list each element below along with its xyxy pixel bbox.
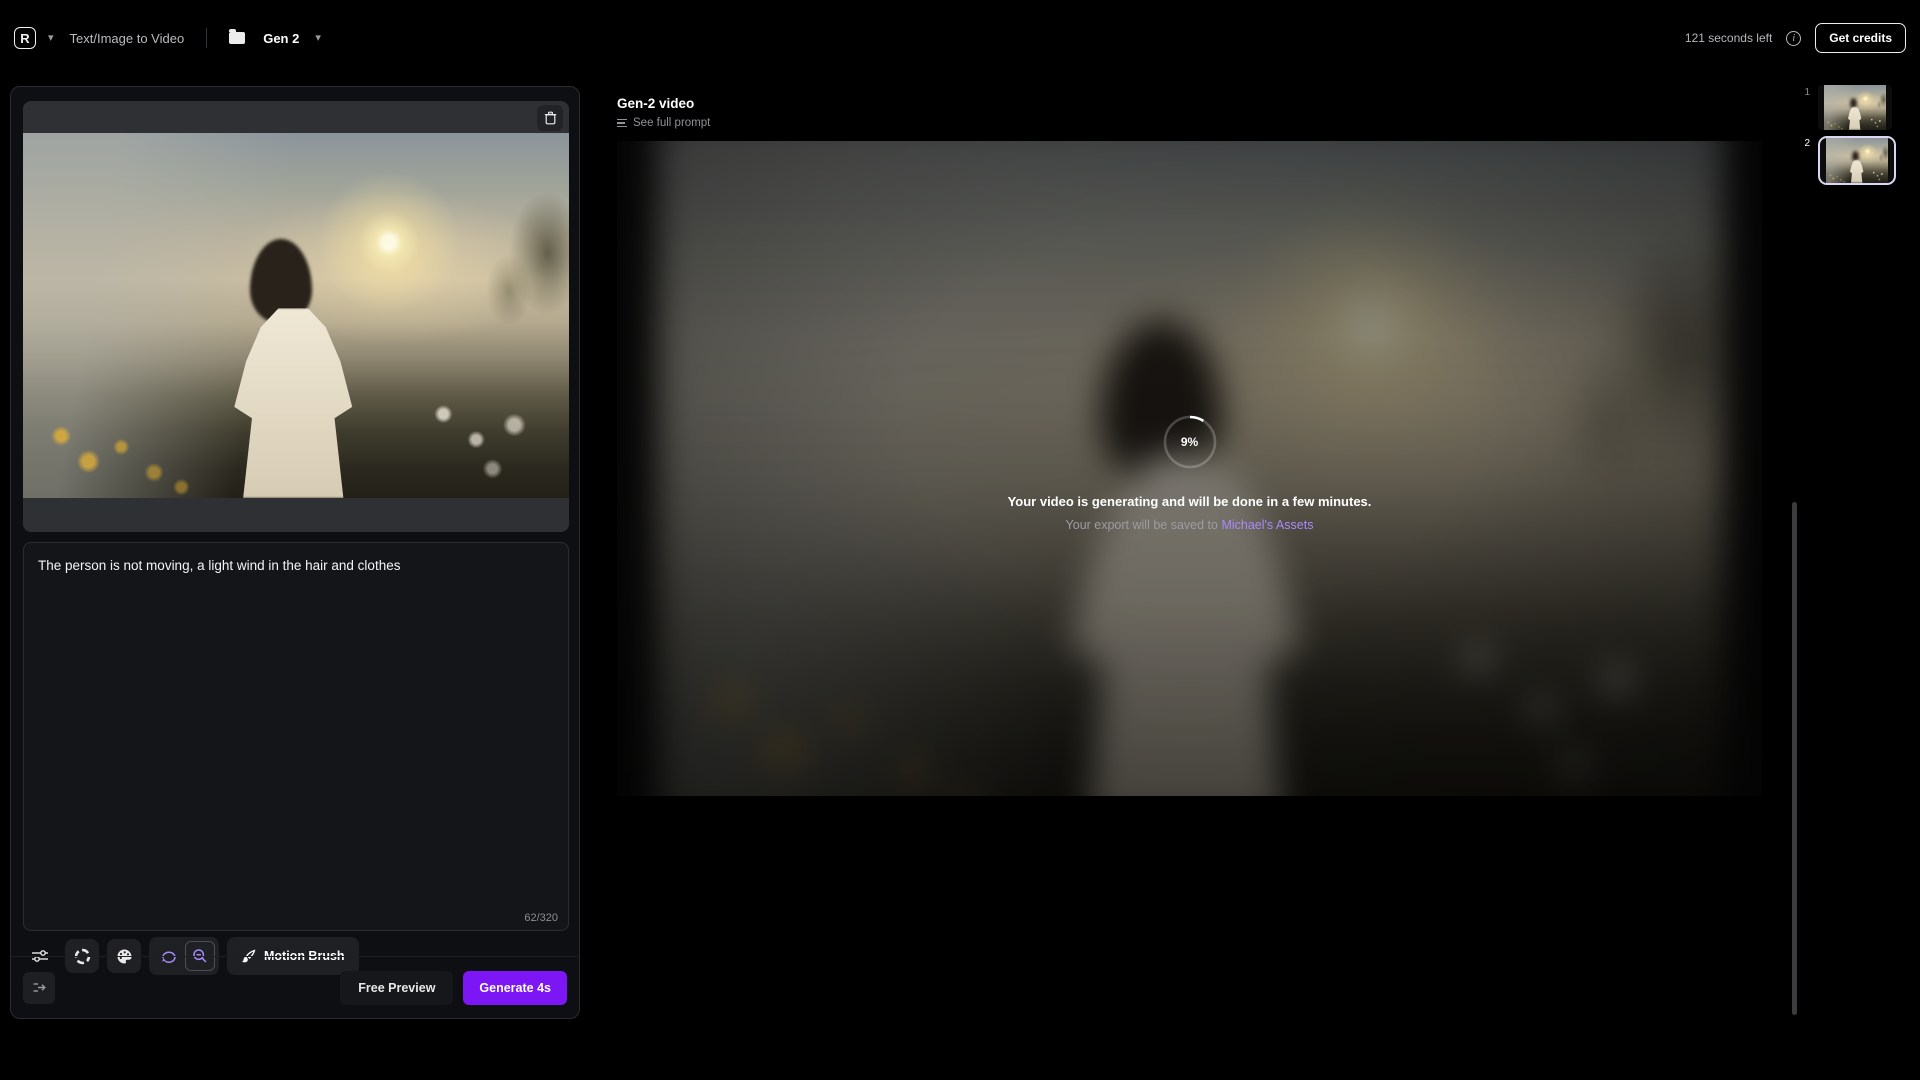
prompt-lines-icon [617,117,627,129]
thumbnail-1[interactable] [1818,85,1892,130]
panel-footer: Free Preview Generate 4s [11,956,579,1018]
thumbnail-1-letterbox [1824,85,1886,130]
generate-button[interactable]: Generate 4s [463,971,567,1005]
video-preview-frame: 9% Your video is generating and will be … [617,141,1762,796]
delete-image-button[interactable] [537,105,563,131]
top-header: R ▾ Text/Image to Video Gen 2 ▾ 121 seco… [0,0,1920,76]
prompt-input[interactable]: The person is not moving, a light wind i… [24,543,568,895]
generation-item-2: 2 [1800,136,1896,185]
input-image[interactable] [23,133,569,498]
progress-ring: 9% [1162,414,1218,470]
input-image-card [23,101,569,532]
image-card-header [23,101,569,133]
prompt-box: The person is not moving, a light wind i… [23,542,569,931]
export-message-prefix: Your export will be saved to [1066,518,1222,532]
project-chevron-down-icon[interactable]: ▾ [313,33,323,44]
generation-item-1: 1 [1800,85,1892,130]
thumbnail-2[interactable] [1818,136,1896,185]
runway-logo-icon[interactable]: R [14,27,36,49]
generating-message: Your video is generating and will be don… [1008,494,1372,509]
result-title: Gen-2 video [617,96,694,111]
see-full-prompt[interactable]: See full prompt [617,117,710,129]
info-icon[interactable]: i [1786,31,1801,46]
input-image-scene [23,133,569,498]
image-card-footer [23,498,569,532]
progress-percent: 9% [1162,414,1218,470]
thumbnail-1-image [1824,85,1886,130]
generation-settings-panel: The person is not moving, a light wind i… [10,86,580,1019]
char-count: 62/320 [524,912,558,924]
queue-panel-button[interactable] [23,972,55,1004]
thumbnail-2-index: 2 [1800,136,1810,149]
vertical-scrollbar[interactable] [1792,502,1797,1015]
free-preview-button[interactable]: Free Preview [340,971,453,1005]
folder-icon [229,32,245,44]
thumbnail-1-index: 1 [1800,85,1810,98]
get-credits-button[interactable]: Get credits [1815,23,1906,53]
chevron-down-icon[interactable]: ▾ [46,33,56,44]
trash-icon [544,111,557,125]
project-name[interactable]: Gen 2 [263,31,299,46]
panel-arrow-icon [32,981,47,994]
export-message: Your export will be saved to Michael's A… [1066,518,1314,532]
thumbnail-2-image [1826,138,1888,183]
header-divider [206,28,207,48]
tool-name-label[interactable]: Text/Image to Video [70,31,185,46]
thumbnail-2-letterbox [1826,138,1888,183]
credits-time-left: 121 seconds left [1685,31,1772,45]
generation-progress: 9% Your video is generating and will be … [617,414,1762,532]
see-full-prompt-label: See full prompt [633,117,710,129]
export-destination-link[interactable]: Michael's Assets [1221,518,1313,532]
